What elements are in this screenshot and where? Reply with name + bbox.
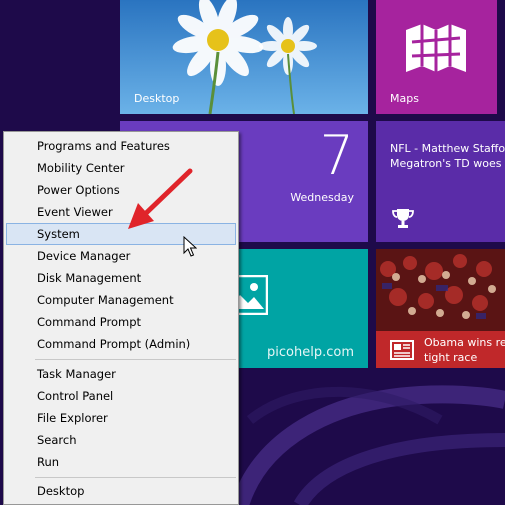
trophy-icon (392, 209, 414, 228)
menu-separator (35, 477, 236, 478)
calendar-day-number: 7 (319, 124, 354, 187)
watermark-text: picohelp.com (267, 345, 354, 360)
news-icon (390, 340, 414, 360)
menu-item-task-manager[interactable]: Task Manager (6, 363, 236, 385)
menu-item-control-panel[interactable]: Control Panel (6, 385, 236, 407)
menu-separator (35, 359, 236, 360)
menu-item-file-explorer[interactable]: File Explorer (6, 407, 236, 429)
tile-maps[interactable]: Maps (376, 0, 497, 114)
menu-item-run[interactable]: Run (6, 451, 236, 473)
tile-label-desktop: Desktop (134, 92, 180, 105)
mouse-cursor-icon (183, 236, 197, 257)
news-headline-band: Obama wins re tight race (376, 331, 505, 368)
menu-item-computer-management[interactable]: Computer Management (6, 289, 236, 311)
news-headline-line2: tight race (424, 351, 478, 364)
sports-headline-line2: Megatron's TD woes (390, 157, 502, 170)
maps-icon (406, 24, 466, 72)
menu-item-programs-and-features[interactable]: Programs and Features (6, 135, 236, 157)
menu-item-command-prompt[interactable]: Command Prompt (6, 311, 236, 333)
menu-item-desktop[interactable]: Desktop (6, 480, 236, 502)
tile-sports[interactable]: NFL - Matthew Staffo Megatron's TD woes (376, 121, 505, 242)
sports-headline-line1: NFL - Matthew Staffo (390, 142, 505, 155)
red-arrow-annotation (128, 168, 193, 229)
calendar-weekday: Wednesday (290, 191, 354, 204)
menu-item-command-prompt-admin[interactable]: Command Prompt (Admin) (6, 333, 236, 355)
menu-item-disk-management[interactable]: Disk Management (6, 267, 236, 289)
news-headline-line1: Obama wins re (424, 336, 505, 349)
tile-news[interactable]: Obama wins re tight race (376, 249, 505, 368)
tile-label-maps: Maps (390, 92, 419, 105)
menu-item-search[interactable]: Search (6, 429, 236, 451)
tile-desktop[interactable]: Desktop (120, 0, 368, 114)
menu-item-device-manager[interactable]: Device Manager (6, 245, 236, 267)
